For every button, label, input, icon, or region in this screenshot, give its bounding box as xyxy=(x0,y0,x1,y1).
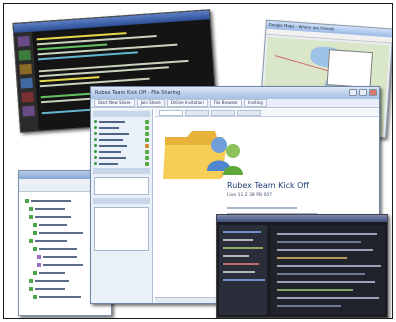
noise-line xyxy=(277,241,361,243)
sidebar-header xyxy=(93,168,150,174)
sidebar-item xyxy=(94,119,149,124)
terminal-titlebar xyxy=(13,10,210,33)
tree-item xyxy=(39,232,83,234)
noise-line xyxy=(223,271,255,273)
tree-item xyxy=(35,216,71,218)
content-tabs xyxy=(155,109,379,117)
tree-item xyxy=(43,256,77,258)
sidebar-panel xyxy=(94,177,149,195)
app-toolbar: Start New Share Join Share Online Invita… xyxy=(91,99,379,108)
folder-icon xyxy=(33,295,37,299)
noise-line xyxy=(277,273,365,275)
tree-item xyxy=(35,288,65,290)
noisy-screenshot xyxy=(216,214,388,318)
folder-icon xyxy=(25,199,29,203)
folder-icon xyxy=(29,287,33,291)
sidebar-item xyxy=(94,125,149,130)
noisy-titlebar xyxy=(217,215,387,222)
file-icon xyxy=(37,263,41,267)
tree-item xyxy=(43,264,83,266)
noise-line xyxy=(277,305,341,307)
folder-icon xyxy=(33,231,37,235)
map-info-popup xyxy=(326,49,373,89)
screenshot-collage: Google Maps - Where are friends Rubex Te… xyxy=(3,3,393,319)
noise-line xyxy=(223,247,263,249)
folder-icon xyxy=(29,239,33,243)
folder-icon xyxy=(29,207,33,211)
tree-item xyxy=(39,272,65,274)
detail-line xyxy=(227,207,297,209)
noise-line xyxy=(277,233,377,235)
noise-line xyxy=(277,289,353,291)
noise-line xyxy=(223,263,259,265)
maximize-icon xyxy=(359,89,367,96)
noise-line xyxy=(223,279,265,281)
tree-item xyxy=(35,240,67,242)
sidebar-header xyxy=(93,198,150,204)
app-title: Rubex Team Kick Off - File Sharing xyxy=(95,90,181,96)
app-sidebar xyxy=(91,109,153,303)
sidebar-item xyxy=(94,131,149,136)
toolbar-item: Inviting xyxy=(243,99,267,107)
folder-icon xyxy=(29,215,33,219)
toolbar-item: Join Share xyxy=(136,99,165,107)
folder-icon xyxy=(29,279,33,283)
sidebar-item xyxy=(94,155,149,160)
tree-item xyxy=(39,248,77,250)
noise-line xyxy=(277,297,379,299)
noise-line xyxy=(277,265,381,267)
toolbar-item: Online Invitation xyxy=(166,99,208,107)
product-version: Live 11.2.38 PB 007 xyxy=(227,193,273,198)
shared-folder-icon xyxy=(163,131,243,179)
app-titlebar: Rubex Team Kick Off - File Sharing xyxy=(91,87,379,99)
sidebar-panel xyxy=(94,207,149,251)
folder-icon xyxy=(33,271,37,275)
folder-icon xyxy=(33,223,37,227)
file-icon xyxy=(37,255,41,259)
toolbar-item: Start New Share xyxy=(94,99,135,107)
noise-line xyxy=(277,257,347,259)
tree-item xyxy=(35,208,65,210)
toolbar-item: File Browser xyxy=(209,99,242,107)
noise-line xyxy=(223,231,261,233)
sidebar-item xyxy=(94,143,149,148)
sidebar-header xyxy=(93,111,150,117)
noise-line xyxy=(277,249,373,251)
noise-line xyxy=(223,239,253,241)
tree-item xyxy=(39,296,81,298)
close-icon xyxy=(369,89,377,96)
terminal-sidebar xyxy=(14,31,39,132)
minimize-icon xyxy=(349,89,357,96)
sidebar-item xyxy=(94,149,149,154)
tree-item xyxy=(35,280,69,282)
sidebar-item xyxy=(94,137,149,142)
tree-item xyxy=(31,200,71,202)
tree-item xyxy=(39,224,67,226)
product-name: Rubex Team Kick Off xyxy=(227,181,309,190)
noise-line xyxy=(277,281,375,283)
noisy-panel xyxy=(271,225,385,315)
folder-icon xyxy=(33,247,37,251)
sidebar-item xyxy=(94,161,149,166)
noise-line xyxy=(223,255,249,257)
